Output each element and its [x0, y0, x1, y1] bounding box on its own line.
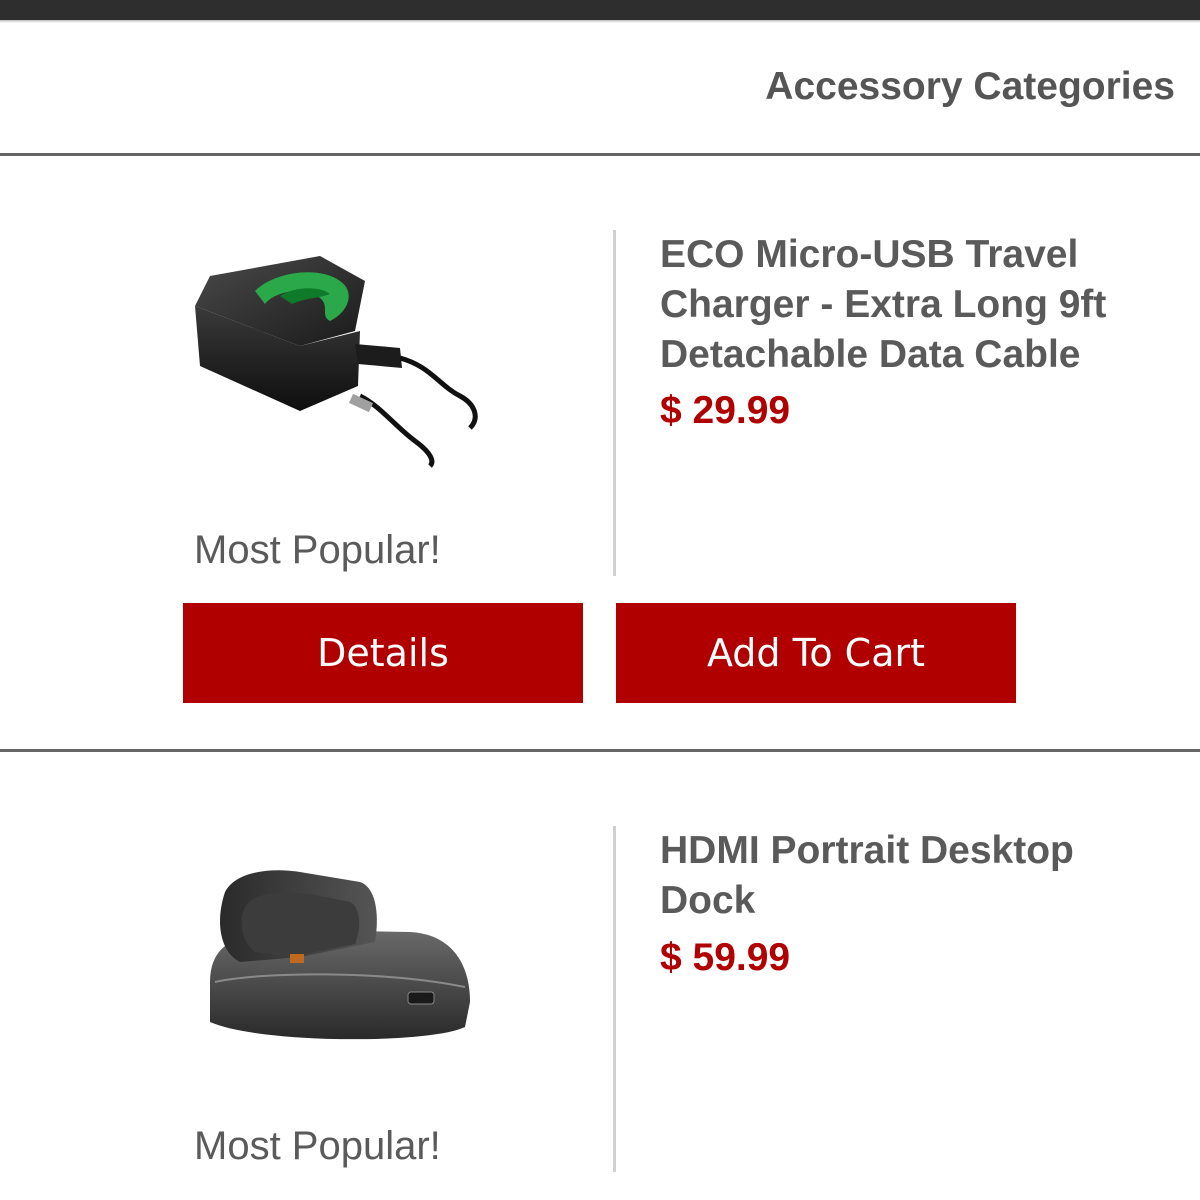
vertical-separator: [613, 230, 616, 576]
add-to-cart-button[interactable]: Add To Cart: [616, 603, 1016, 703]
product-name[interactable]: HDMI Portrait Desktop Dock: [660, 826, 1160, 926]
details-button[interactable]: Details: [183, 603, 583, 703]
desktop-dock-icon[interactable]: [180, 852, 490, 1132]
wall-charger-icon[interactable]: [180, 236, 490, 516]
page-header: Accessory Categories: [0, 23, 1200, 154]
product-card: Most Popular! HDMI Portrait Desktop Dock…: [0, 752, 1200, 1200]
product-card: Most Popular! ECO Micro-USB Travel Charg…: [0, 156, 1200, 750]
top-bar: [0, 0, 1200, 20]
product-price: $ 29.99: [660, 389, 791, 432]
desktop-dock-image: [210, 870, 470, 1040]
product-name[interactable]: ECO Micro-USB Travel Charger - Extra Lon…: [660, 230, 1160, 380]
wall-charger-image: [195, 256, 478, 468]
vertical-separator: [613, 826, 616, 1172]
product-badge: Most Popular!: [194, 1124, 441, 1168]
accessory-categories-link[interactable]: Accessory Categories: [765, 65, 1175, 109]
product-badge: Most Popular!: [194, 528, 441, 572]
product-price: $ 59.99: [660, 936, 791, 979]
